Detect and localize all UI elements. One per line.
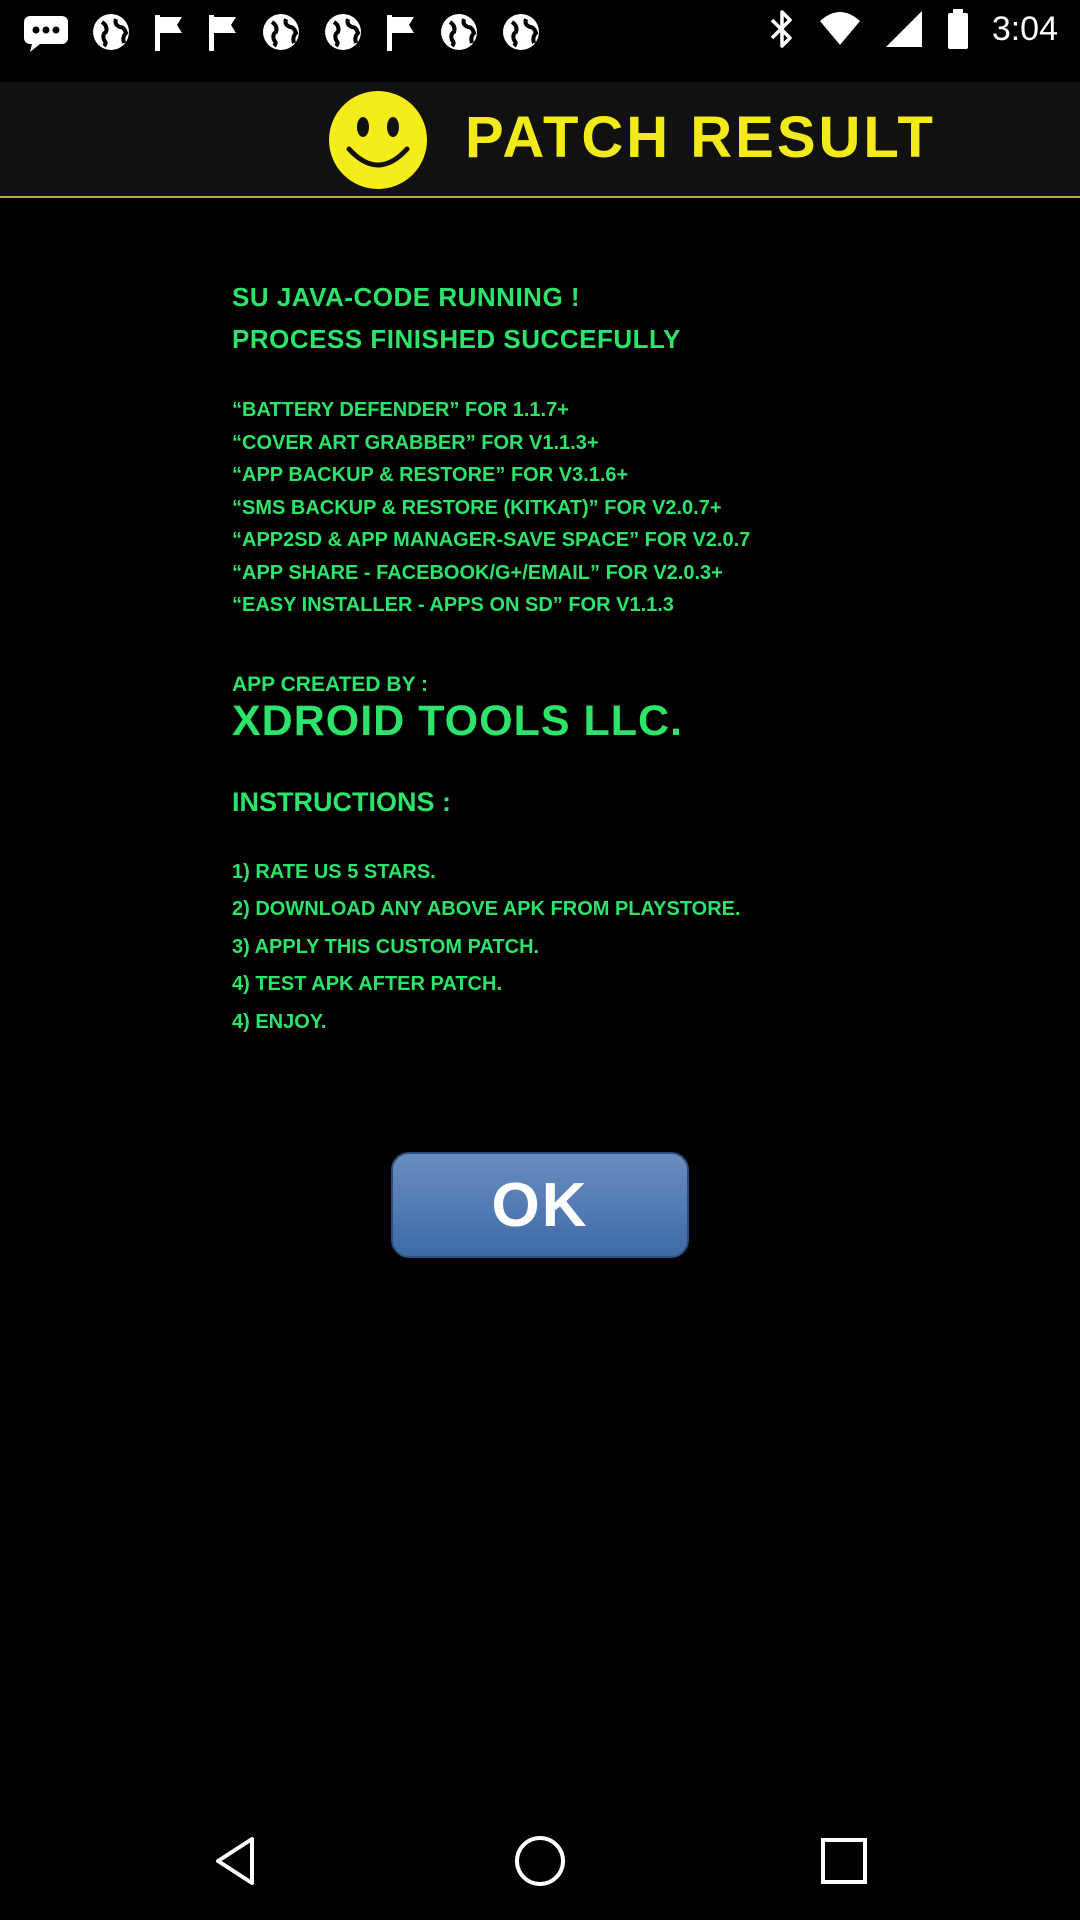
list-item: “EASY INSTALLER - APPS ON SD” FOR V1.1.3 — [232, 594, 674, 616]
creator-name: XDROID TOOLS LLC. — [232, 696, 683, 745]
recents-icon[interactable] — [816, 1833, 872, 1889]
globe-icon — [500, 11, 542, 53]
list-item: 2) DOWNLOAD ANY ABOVE APK FROM PLAYSTORE… — [232, 898, 741, 920]
system-status-icons: 3:04 — [768, 8, 1058, 50]
list-item: “COVER ART GRABBER” FOR V1.1.3+ — [232, 431, 599, 454]
messaging-icon — [22, 10, 70, 54]
patch-result-text: SU JAVA-CODE RUNNING ! PROCESS FINISHED … — [232, 276, 1032, 1041]
globe-icon — [438, 11, 480, 53]
title-bar: PATCH RESULT — [0, 82, 1080, 198]
status-bar: 3:04 — [0, 0, 1080, 64]
creator-label: APP CREATED BY : — [232, 672, 429, 696]
navigation-bar — [0, 1800, 1080, 1920]
status-line: SU JAVA-CODE RUNNING ! — [232, 282, 581, 312]
list-item: “APP SHARE - FACEBOOK/G+/EMAIL” FOR V2.0… — [232, 561, 723, 584]
battery-icon — [946, 8, 970, 50]
globe-icon — [322, 11, 364, 53]
wifi-icon — [818, 9, 862, 49]
list-item: 4) ENJOY. — [232, 1010, 327, 1033]
back-icon[interactable] — [208, 1833, 264, 1889]
smiley-icon — [327, 89, 429, 195]
list-item: “APP BACKUP & RESTORE” FOR V3.1.6+ — [232, 464, 629, 486]
flag-icon — [206, 11, 240, 53]
supported-apps-list: “BATTERY DEFENDER” FOR 1.1.7+ “COVER ART… — [232, 394, 1032, 622]
notification-icons — [22, 10, 542, 54]
status-line: PROCESS FINISHED SUCCEFULLY — [232, 324, 681, 354]
clock: 3:04 — [991, 9, 1058, 48]
list-item: 1) RATE US 5 STARS. — [232, 860, 436, 883]
ok-button[interactable]: OK — [391, 1152, 689, 1258]
list-item: 3) APPLY THIS CUSTOM PATCH. — [232, 935, 540, 958]
list-item: “APP2SD & APP MANAGER-SAVE SPACE” FOR V2… — [232, 529, 751, 551]
bluetooth-icon — [768, 8, 796, 50]
globe-icon — [260, 11, 302, 53]
flag-icon — [384, 11, 418, 53]
globe-icon — [90, 11, 132, 53]
list-item: 4) TEST APK AFTER PATCH. — [232, 973, 502, 995]
home-icon[interactable] — [512, 1833, 568, 1889]
signal-icon — [884, 9, 924, 49]
instructions-title: INSTRUCTIONS : — [232, 786, 451, 817]
page-title: PATCH RESULT — [465, 105, 936, 170]
list-item: “BATTERY DEFENDER” FOR 1.1.7+ — [232, 399, 569, 421]
flag-icon — [152, 11, 186, 53]
instructions-list: 1) RATE US 5 STARS. 2) DOWNLOAD ANY ABOV… — [232, 854, 1032, 1042]
list-item: “SMS BACKUP & RESTORE (KITKAT)” FOR V2.0… — [232, 496, 722, 519]
